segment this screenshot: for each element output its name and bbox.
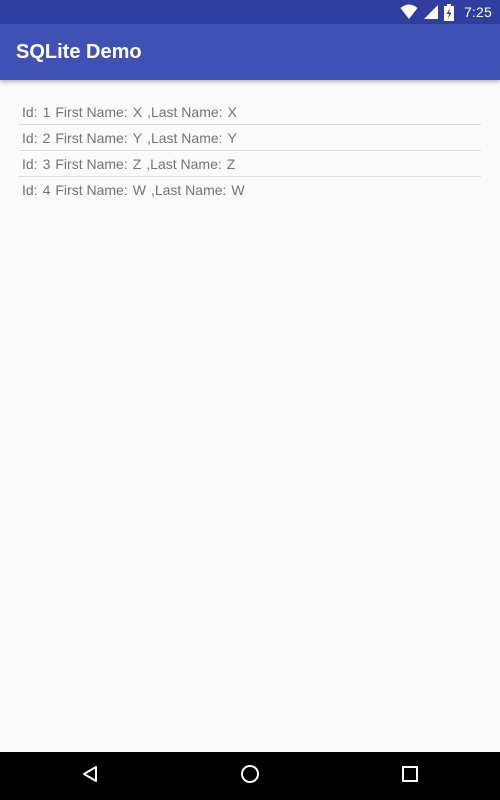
last-name-label: ,Last Name: <box>147 103 223 120</box>
last-name-value: W <box>231 181 245 198</box>
id-label: Id: <box>22 155 38 172</box>
app-bar: SQLite Demo <box>0 24 500 80</box>
status-bar: 7:25 <box>0 0 500 24</box>
id-label: Id: <box>22 129 38 146</box>
recents-button[interactable] <box>380 752 440 800</box>
id-label: Id: <box>22 181 38 198</box>
id-value: 3 <box>42 155 51 172</box>
recents-icon <box>402 765 418 787</box>
home-button[interactable] <box>220 752 280 800</box>
cell-signal-icon <box>423 5 438 19</box>
last-name-label: ,Last Name: <box>146 155 222 172</box>
last-name-label: ,Last Name: <box>150 181 227 198</box>
list-item[interactable]: Id: 1 First Name: X ,Last Name: X <box>19 99 481 125</box>
list-item[interactable]: Id: 2 First Name: Y ,Last Name: Y <box>19 125 481 151</box>
status-clock: 7:25 <box>463 4 492 20</box>
battery-charging-icon <box>443 3 454 21</box>
home-icon <box>240 764 260 789</box>
first-name-label: First Name: <box>55 155 128 172</box>
id-label: Id: <box>22 103 38 120</box>
wifi-icon <box>400 4 418 20</box>
id-value: 1 <box>42 103 51 120</box>
status-icons: 7:25 <box>400 0 492 24</box>
id-value: 4 <box>42 181 51 198</box>
first-name-value: W <box>132 181 146 198</box>
first-name-label: First Name: <box>55 129 128 146</box>
content-area: Id: 1 First Name: X ,Last Name: X Id: 2 … <box>0 80 500 752</box>
last-name-value: X <box>227 103 237 120</box>
records-list: Id: 1 First Name: X ,Last Name: X Id: 2 … <box>19 99 481 202</box>
first-name-label: First Name: <box>55 103 128 120</box>
navigation-bar <box>0 752 500 800</box>
list-item[interactable]: Id: 3 First Name: Z ,Last Name: Z <box>19 151 481 177</box>
app-title: SQLite Demo <box>16 41 142 63</box>
list-item[interactable]: Id: 4 First Name: W ,Last Name: W <box>19 177 481 202</box>
first-name-value: X <box>132 103 143 120</box>
first-name-value: Y <box>132 129 143 146</box>
first-name-value: Z <box>132 155 142 172</box>
id-value: 2 <box>42 129 51 146</box>
back-button[interactable] <box>60 752 120 800</box>
last-name-value: Z <box>226 155 236 172</box>
last-name-value: Y <box>227 129 237 146</box>
last-name-label: ,Last Name: <box>147 129 223 146</box>
first-name-label: First Name: <box>55 181 128 198</box>
back-icon <box>81 765 99 788</box>
